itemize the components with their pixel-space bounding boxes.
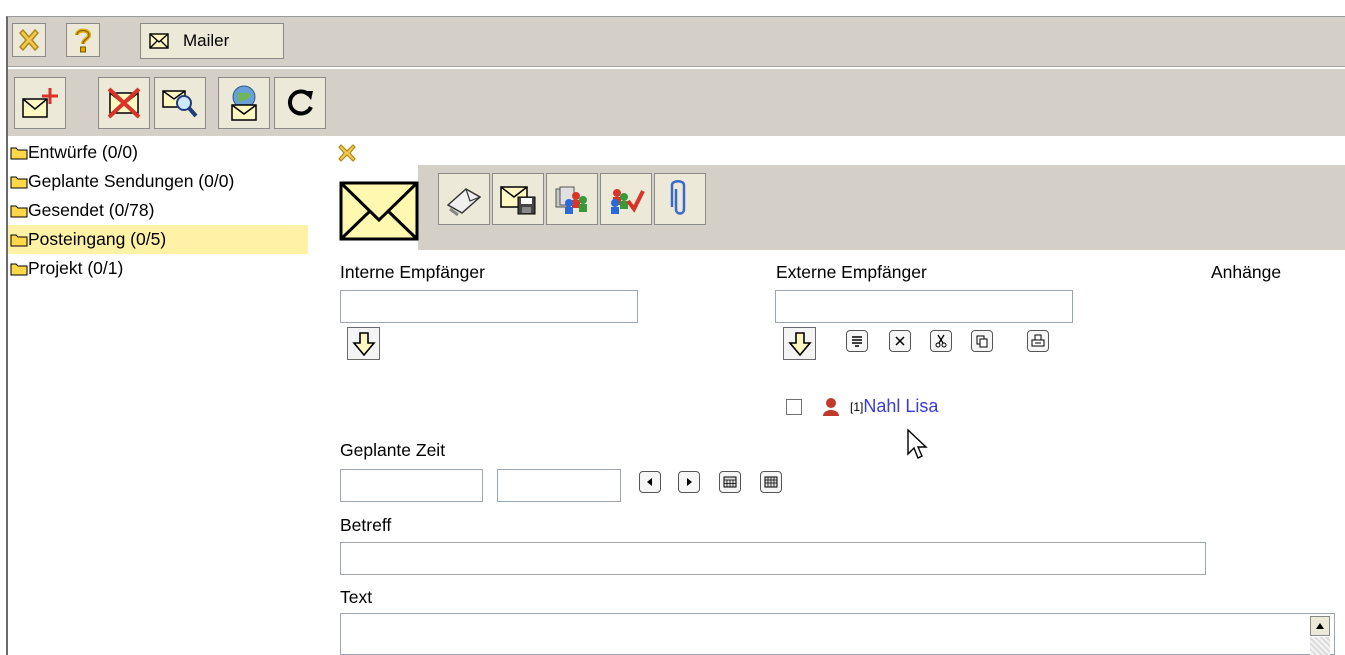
folder-icon (10, 263, 28, 276)
folder-item-geplante-sendungen[interactable]: Geplante Sendungen (0/0) (8, 167, 308, 196)
address-book-icon (555, 186, 587, 214)
compose-toolbar (418, 165, 1345, 250)
new-mail-button[interactable] (14, 77, 66, 129)
tab-mailer-label: Mailer (183, 31, 230, 50)
save-mail-icon (500, 186, 536, 215)
print-icon (1031, 334, 1045, 347)
user-icon (823, 397, 839, 416)
recipient-entry: [1] Nahl Lisa (786, 396, 938, 417)
send-mail-icon (446, 188, 482, 217)
title-bar: Mailer (8, 17, 1345, 67)
scroll-up-button[interactable] (1310, 616, 1330, 636)
folder-item-posteingang[interactable]: Posteingang (0/5) (8, 225, 308, 254)
folder-icon (10, 176, 28, 189)
previous-button[interactable] (639, 471, 661, 493)
delete-mail-button[interactable] (98, 77, 150, 129)
folder-icon (10, 234, 28, 247)
attach-button[interactable] (654, 173, 706, 225)
folder-item-gesendet[interactable]: Gesendet (0/78) (8, 196, 308, 225)
internet-mail-icon (231, 85, 257, 121)
refresh-icon (287, 89, 313, 116)
new-mail-icon (22, 88, 58, 118)
copy-button[interactable] (971, 330, 993, 352)
externe-empfaenger-label: Externe Empfänger (776, 262, 927, 282)
list-icon (852, 336, 862, 347)
interne-empfaenger-label: Interne Empfänger (340, 262, 485, 282)
folder-label: Posteingang (0/5) (28, 229, 167, 249)
scissors-icon (935, 334, 947, 348)
paste-button[interactable] (1027, 330, 1049, 352)
add-internal-recipient-button[interactable] (347, 327, 380, 360)
scrollbar-track[interactable] (1310, 637, 1330, 655)
scheduled-date-input[interactable] (340, 469, 483, 502)
compose-envelope-icon (339, 181, 419, 241)
text-body-textarea[interactable] (340, 613, 1335, 655)
envelope-icon (149, 33, 169, 49)
folder-icon (10, 205, 28, 218)
arrow-left-icon (647, 478, 652, 486)
recipient-checkbox[interactable] (786, 398, 802, 415)
send-button[interactable] (438, 173, 490, 225)
check-recipients-button[interactable] (600, 173, 652, 225)
folder-icon (10, 147, 28, 160)
folder-label: Entwürfe (0/0) (28, 142, 138, 162)
calendar-grid-icon (764, 476, 778, 488)
address-book-button[interactable] (546, 173, 598, 225)
search-mail-button[interactable] (154, 77, 206, 129)
help-question-icon (75, 28, 92, 53)
arrow-up-icon (1316, 623, 1324, 629)
arrow-right-icon (687, 478, 692, 486)
close-x-icon (18, 28, 40, 52)
folder-label: Projekt (0/1) (28, 258, 124, 278)
folder-label: Gesendet (0/78) (28, 200, 155, 220)
refresh-button[interactable] (274, 77, 326, 129)
arrow-down-icon (787, 331, 812, 356)
calendar-icon (723, 476, 737, 488)
cut-button[interactable] (930, 330, 952, 352)
remove-recipient-button[interactable] (889, 330, 911, 352)
search-mail-icon (162, 90, 198, 118)
tab-mailer[interactable]: Mailer (140, 23, 284, 59)
mouse-pointer-icon (907, 428, 928, 459)
close-button[interactable] (12, 23, 46, 57)
recipient-count: [1] (850, 399, 864, 414)
paperclip-icon (670, 180, 686, 215)
check-recipients-icon (611, 189, 645, 214)
internet-mail-button[interactable] (218, 77, 270, 129)
geplante-zeit-label: Geplante Zeit (340, 440, 446, 460)
folder-item-entwuerfe[interactable]: Entwürfe (0/0) (8, 138, 308, 167)
interne-empfaenger-input[interactable] (340, 290, 638, 323)
recipient-name-link[interactable]: Nahl Lisa (863, 396, 938, 417)
list-button[interactable] (846, 330, 868, 352)
anhaenge-label: Anhänge (1211, 262, 1282, 282)
next-button[interactable] (678, 471, 700, 493)
betreff-input[interactable] (340, 542, 1206, 575)
delete-mail-icon (107, 87, 141, 119)
help-button[interactable] (66, 23, 100, 57)
scheduled-time-input[interactable] (497, 469, 621, 502)
externe-empfaenger-input[interactable] (775, 290, 1073, 323)
text-label: Text (340, 587, 373, 607)
close-x-small-icon (895, 336, 905, 346)
calendar-button[interactable] (719, 471, 741, 493)
copy-icon (976, 335, 988, 348)
arrow-down-icon (351, 331, 376, 356)
folder-item-projekt[interactable]: Projekt (0/1) (8, 254, 308, 283)
save-draft-button[interactable] (492, 173, 544, 225)
time-picker-button[interactable] (760, 471, 782, 493)
mail-toolbar (8, 68, 1345, 136)
folder-list: Entwürfe (0/0) Geplante Sendungen (0/0) … (8, 138, 308, 283)
add-external-recipient-button[interactable] (783, 327, 816, 360)
close-compose-icon[interactable] (336, 142, 358, 164)
folder-label: Geplante Sendungen (0/0) (28, 171, 235, 191)
betreff-label: Betreff (340, 515, 392, 535)
